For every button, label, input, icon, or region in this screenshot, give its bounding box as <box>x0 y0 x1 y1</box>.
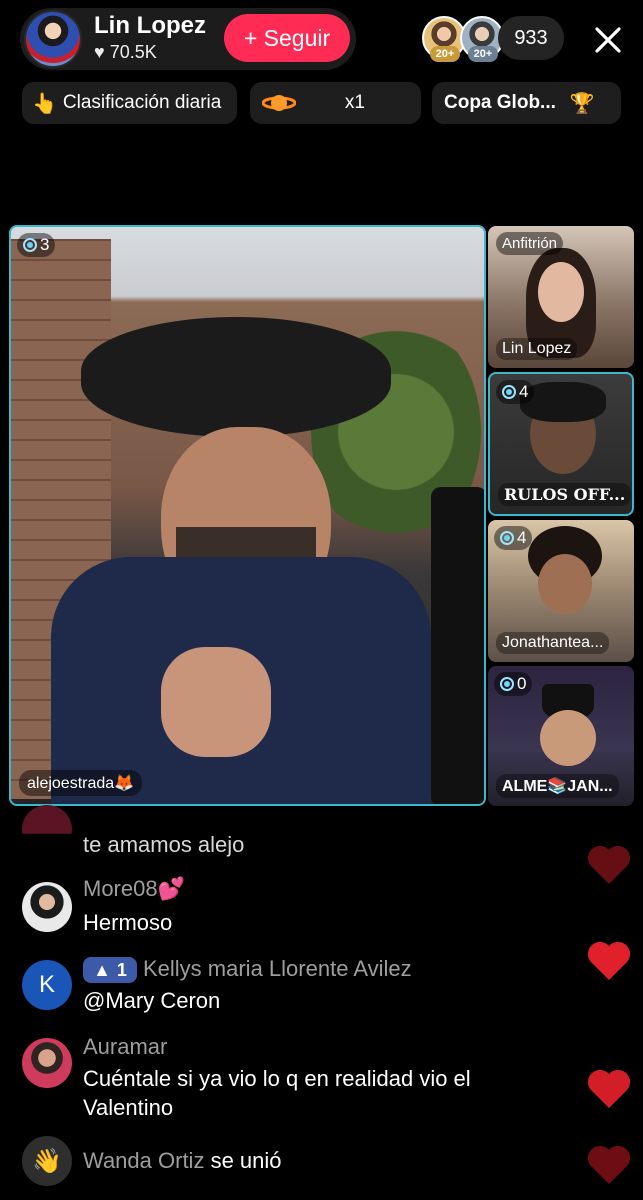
cowboy-hat <box>81 317 391 437</box>
chat-avatar: 👋 <box>22 1136 72 1186</box>
side-video-host[interactable]: Anfitrión Lin Lopez <box>488 226 634 368</box>
level-arrow-icon: ▲ <box>93 959 111 980</box>
chat-message-text: Cuéntale si ya vio lo q en realidad vio … <box>83 1066 471 1120</box>
side-video-guest-3[interactable]: 0 ALME📚JAN... <box>488 666 634 806</box>
side-video-name: RULOS OFF... <box>498 483 632 506</box>
side-video-name: Lin Lopez <box>496 338 578 360</box>
host-likes: ♥ 70.5K <box>94 42 157 62</box>
chat-username[interactable]: More08💕 <box>83 876 185 902</box>
chat-message-text: @Mary Ceron <box>83 988 221 1013</box>
chat-message-text: te amamos alejo <box>83 832 245 857</box>
viewer-count[interactable]: 933 <box>498 16 564 60</box>
side-video-guest-1[interactable]: 4 RULOS OFF... <box>488 372 634 516</box>
trophy-icon: 🏆 <box>569 92 595 115</box>
guest-count: 4 <box>496 380 535 404</box>
live-dot-icon <box>500 677 514 691</box>
floating-heart-icon <box>585 938 633 982</box>
side-video-name: Jonathantea... <box>496 632 610 654</box>
chat-message-text: Hermoso <box>83 910 173 935</box>
side-video-guest-2[interactable]: 4 Jonathantea... <box>488 520 634 662</box>
hands <box>161 647 271 757</box>
global-cup-pill[interactable]: Copa Glob... 🏆 <box>432 82 621 124</box>
planet-icon <box>262 95 296 111</box>
live-dot-icon <box>502 385 516 399</box>
guest-count: 0 <box>494 672 533 696</box>
viewer-rank-badge: 20+ <box>430 46 460 62</box>
host-tag: Anfitrión <box>496 232 564 255</box>
chat-username[interactable]: Kellys maria Llorente Avilez <box>143 956 412 982</box>
floating-heart-icon <box>585 842 633 886</box>
host-face <box>538 262 584 322</box>
hand-icon: 👆 <box>32 92 57 115</box>
main-video-feed[interactable]: 3 alejoestrada🦊 <box>9 225 486 806</box>
wave-hand-icon: 👋 <box>32 1147 62 1175</box>
floating-heart-icon <box>585 1142 633 1186</box>
floating-heart-icon <box>585 1066 633 1110</box>
guest-face <box>538 554 592 614</box>
main-guest-count: 3 <box>17 233 56 257</box>
chat-message-text: se unió <box>210 1148 282 1173</box>
chat-username[interactable]: Auramar <box>83 1034 167 1060</box>
host-avatar[interactable] <box>24 10 82 68</box>
close-icon <box>595 27 621 53</box>
viewer-rank-badge: 20+ <box>468 46 498 62</box>
live-dot-icon <box>23 238 37 252</box>
close-button[interactable] <box>588 20 628 60</box>
chat-avatar[interactable] <box>22 1038 72 1088</box>
guest-face <box>540 710 596 766</box>
user-level-badge: ▲ 1 <box>83 957 137 983</box>
phone <box>431 487 484 804</box>
multiplier-pill[interactable]: x1 <box>250 82 421 124</box>
follow-button[interactable]: + Seguir <box>224 14 350 62</box>
live-dot-icon <box>500 531 514 545</box>
daily-ranking-pill[interactable]: 👆 Clasificación diaria <box>22 82 237 124</box>
heart-small-icon: ♥ <box>94 42 105 62</box>
chat-username[interactable]: Wanda Ortiz <box>83 1148 204 1173</box>
guest-count: 4 <box>494 526 533 550</box>
host-name[interactable]: Lin Lopez <box>94 12 206 40</box>
chat-avatar[interactable] <box>22 805 72 834</box>
main-username[interactable]: alejoestrada🦊 <box>19 770 143 796</box>
chat-avatar[interactable] <box>22 882 72 932</box>
side-video-name: ALME📚JAN... <box>496 774 619 798</box>
chat-avatar[interactable]: K <box>22 960 72 1010</box>
join-message: Wanda Ortiz se unió <box>83 1148 282 1174</box>
